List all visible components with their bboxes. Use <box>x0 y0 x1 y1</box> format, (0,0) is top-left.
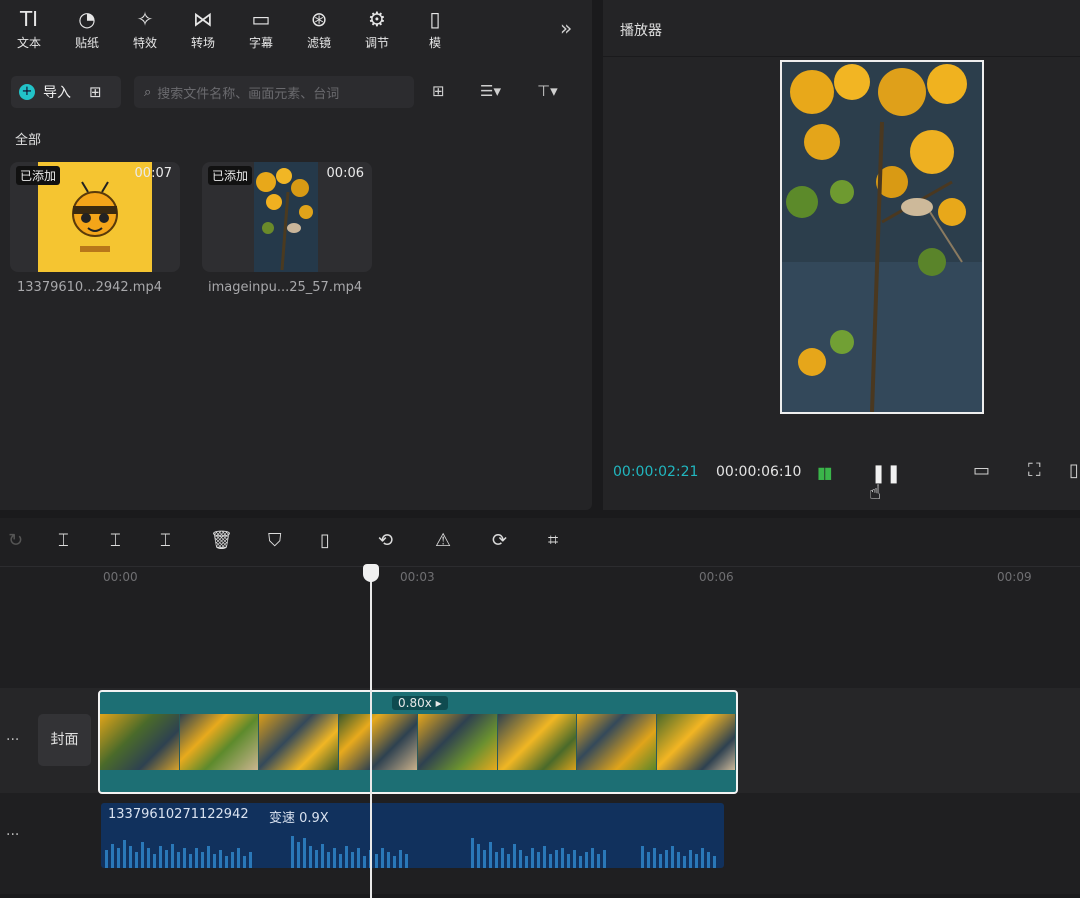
tool-label: 调节 <box>364 35 389 50</box>
time-ruler[interactable] <box>0 566 1080 593</box>
audio-meter-icon: ▮▮ <box>817 463 833 482</box>
tool-adjust[interactable]: ⚙ 调节 <box>348 0 406 58</box>
grid-view-icon[interactable]: ⊞ <box>89 83 102 101</box>
audio-clip-name: 13379610271122942 <box>108 807 249 822</box>
search-placeholder: 搜索文件名称、画面元素、台词 <box>157 86 340 102</box>
hand-cursor-icon: ☝ <box>869 480 882 504</box>
player-title: 播放器 <box>620 23 662 39</box>
tool-label: 贴纸 <box>74 35 99 50</box>
video-preview[interactable] <box>780 60 984 414</box>
freeze-icon[interactable]: ▯ <box>320 530 330 551</box>
added-badge: 已添加 <box>16 166 61 185</box>
media-item[interactable]: 已添加 00:07 <box>10 162 180 272</box>
subtitle-icon: ▭ <box>251 6 271 31</box>
tool-label: 文本 <box>16 35 41 50</box>
tool-transition[interactable]: ⋈ 转场 <box>174 0 232 58</box>
preview-image <box>782 62 982 412</box>
clip-frame <box>179 714 259 770</box>
cover-button[interactable]: 封面 <box>38 714 91 766</box>
marker-icon[interactable]: ⛉ <box>268 530 282 551</box>
track-menu-icon[interactable]: ··· <box>6 827 19 843</box>
tick-label: 00:06 <box>699 570 734 584</box>
settings-icon[interactable]: ▯ <box>1069 460 1079 481</box>
media-filename: 13379610...2942.mp4 <box>17 280 162 295</box>
tool-label: 特效 <box>132 35 157 50</box>
import-button[interactable]: + 导入 ⊞ <box>11 76 121 108</box>
duration-label: 00:06 <box>326 166 364 181</box>
tick-label: 00:00 <box>103 570 138 584</box>
audio-speed-label: 变速 0.9X <box>269 811 329 826</box>
transition-icon: ⋈ <box>193 6 213 31</box>
split-right-icon[interactable]: ⌶ <box>160 530 171 551</box>
split-left-icon[interactable]: ⌶ <box>110 530 121 551</box>
sort-icon[interactable]: ☰▾ <box>480 82 501 100</box>
timeline-panel: ↻ ⌶ ⌶ ⌶ 🗑 ⛉ ▯ ⟲ ⚠ ⟳ ⌗ 00:00 00:03 00:06 … <box>0 518 1080 898</box>
search-input[interactable]: ⌕ 搜索文件名称、画面元素、台词 <box>134 76 414 108</box>
tool-filter[interactable]: ⊛ 滤镜 <box>290 0 348 58</box>
tool-text[interactable]: TI 文本 <box>0 0 58 58</box>
audio-clip[interactable]: 13379610271122942 变速 0.9X <box>101 803 724 868</box>
mirror-icon[interactable]: ⚠ <box>435 530 451 551</box>
clip-frame <box>577 714 657 770</box>
clip-frame <box>100 714 180 770</box>
fullscreen-icon[interactable]: ⛶ <box>1028 460 1041 481</box>
clip-frame <box>656 714 736 770</box>
section-all[interactable]: 全部 <box>15 129 41 148</box>
tool-label: 滤镜 <box>306 35 331 50</box>
plus-icon: + <box>19 84 35 100</box>
adjust-icon: ⚙ <box>368 6 386 31</box>
text-icon: TI <box>19 6 39 31</box>
reverse-icon[interactable]: ⟲ <box>378 530 393 551</box>
redo-icon[interactable]: ↻ <box>8 530 23 551</box>
tool-subtitle[interactable]: ▭ 字幕 <box>232 0 290 58</box>
layout-grid-icon[interactable]: ⊞ <box>432 82 445 100</box>
sticker-icon: ◔ <box>78 6 96 31</box>
asset-toolbar: TI 文本 ◔ 贴纸 ✧ 特效 ⋈ 转场 ▭ 字幕 ⊛ 滤镜 ⚙ 调节 ▯ 模 <box>0 0 592 58</box>
tool-template[interactable]: ▯ 模 <box>406 0 464 58</box>
tool-sticker[interactable]: ◔ 贴纸 <box>58 0 116 58</box>
clip-frame <box>338 714 418 770</box>
delete-icon[interactable]: 🗑 <box>210 530 233 551</box>
effects-icon: ✧ <box>136 6 154 31</box>
tick-label: 00:03 <box>400 570 435 584</box>
speed-badge: 0.80x ▸ <box>392 696 448 710</box>
player-panel: 播放器 00:00:02:21 00:00:06:10 ▮▮ ❚❚ ☝ ▭ ⛶ … <box>603 0 1080 510</box>
media-panel: TI 文本 ◔ 贴纸 ✧ 特效 ⋈ 转场 ▭ 字幕 ⊛ 滤镜 ⚙ 调节 ▯ 模 <box>0 0 592 510</box>
current-timecode: 00:00:02:21 <box>613 464 699 480</box>
tool-effects[interactable]: ✧ 特效 <box>116 0 174 58</box>
clip-frame <box>259 714 339 770</box>
clip-frames <box>100 714 736 770</box>
tool-label: 转场 <box>190 35 215 50</box>
clip-frame <box>418 714 498 770</box>
tool-label: 字幕 <box>248 35 273 50</box>
ratio-icon[interactable]: ▭ <box>973 460 990 481</box>
tool-label: 模 <box>428 35 441 50</box>
total-timecode: 00:00:06:10 <box>716 464 802 480</box>
filter-dropdown-icon[interactable]: ⊤▾ <box>537 82 558 100</box>
search-icon: ⌕ <box>144 84 152 100</box>
tick-label: 00:09 <box>997 570 1032 584</box>
more-tools-icon[interactable]: » <box>560 16 572 40</box>
audio-waveform <box>105 836 716 868</box>
rotate-icon[interactable]: ⟳ <box>492 530 507 551</box>
added-badge: 已添加 <box>208 166 253 185</box>
crop-icon[interactable]: ⌗ <box>548 530 558 551</box>
filter-icon: ⊛ <box>310 6 328 31</box>
media-filename: imageinpu...25_57.mp4 <box>208 280 363 295</box>
playhead-handle[interactable] <box>363 564 379 582</box>
track-menu-icon[interactable]: ··· <box>6 732 19 748</box>
duration-label: 00:07 <box>134 166 172 181</box>
import-label: 导入 <box>43 85 71 101</box>
playhead[interactable] <box>370 568 372 898</box>
template-icon: ▯ <box>429 6 441 31</box>
media-item[interactable]: 已添加 00:06 <box>202 162 372 272</box>
divider <box>603 56 1080 57</box>
clip-frame <box>497 714 577 770</box>
split-icon[interactable]: ⌶ <box>58 530 69 551</box>
video-clip[interactable]: 0.80x ▸ <box>98 690 738 794</box>
